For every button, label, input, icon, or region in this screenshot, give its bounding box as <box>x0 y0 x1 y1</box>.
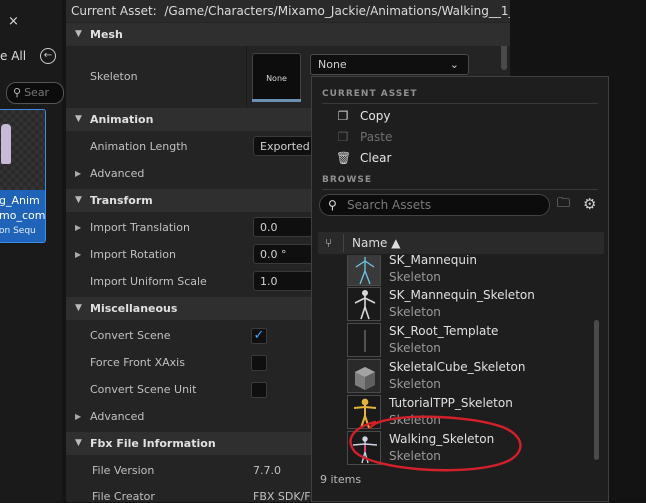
red-annotation-circle <box>349 415 522 472</box>
